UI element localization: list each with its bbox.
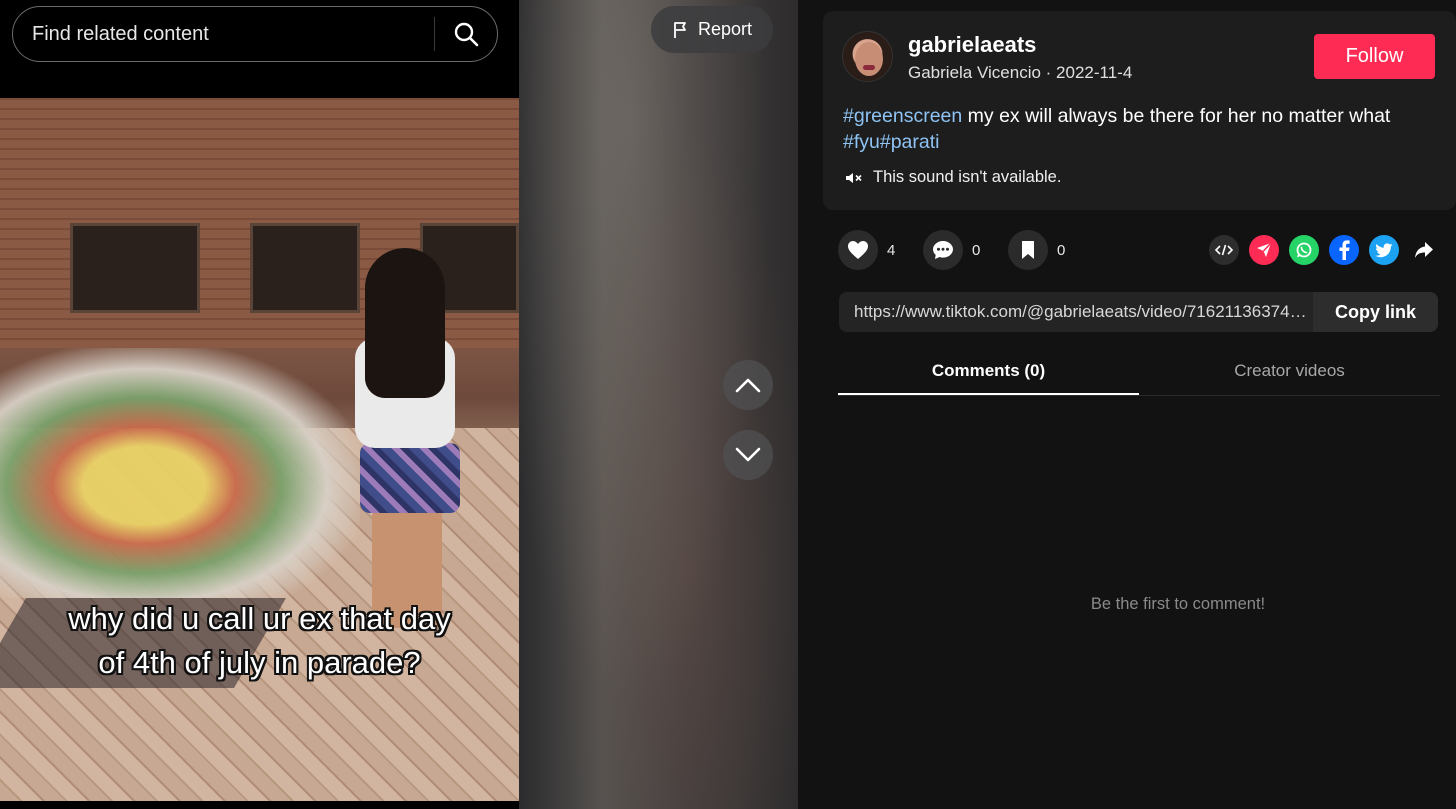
- next-video-button[interactable]: [723, 430, 773, 480]
- panel-tabs: Comments (0) Creator videos: [838, 350, 1440, 396]
- facebook-share-button[interactable]: [1329, 235, 1359, 265]
- video-caption-line: of 4th of july in parade?: [98, 645, 421, 680]
- avatar-lips: [863, 65, 875, 70]
- whatsapp-icon: [1296, 242, 1312, 258]
- video-scene-person: [365, 248, 445, 398]
- video-scene-storefront: [70, 223, 200, 313]
- comment-action: 0: [923, 230, 984, 270]
- send-to-friends-button[interactable]: [1249, 235, 1279, 265]
- video-scene-memorial: [0, 348, 360, 598]
- chevron-down-icon: [735, 447, 761, 462]
- save-count: 0: [1057, 241, 1066, 259]
- hashtag-link[interactable]: #parati: [880, 131, 940, 153]
- like-count: 4: [887, 241, 896, 259]
- info-panel: gabrielaeats Gabriela Vicencio · 2022-11…: [798, 0, 1456, 809]
- hashtag-link[interactable]: #greenscreen: [843, 105, 962, 127]
- share-link-url[interactable]: https://www.tiktok.com/@gabrielaeats/vid…: [839, 302, 1313, 322]
- twitter-share-button[interactable]: [1369, 235, 1399, 265]
- muted-speaker-icon: [846, 172, 862, 183]
- post-date: 2022-11-4: [1056, 63, 1133, 82]
- twitter-icon: [1375, 242, 1393, 257]
- comment-count: 0: [972, 241, 981, 259]
- flag-icon: [674, 21, 686, 38]
- tab-comments[interactable]: Comments (0): [838, 350, 1139, 395]
- like-action: 4: [838, 230, 899, 270]
- chevron-up-icon: [735, 378, 761, 393]
- author-meta: Gabriela Vicencio · 2022-11-4: [908, 63, 1132, 83]
- search-bar[interactable]: Find related content: [12, 6, 498, 62]
- video-area: Find related content why did u call ur e…: [0, 0, 798, 809]
- video-scene-storefront: [250, 223, 360, 313]
- share-arrow-icon: [1415, 242, 1433, 258]
- embed-icon: [1215, 244, 1233, 256]
- share-options: [1209, 235, 1439, 265]
- post-info-card: gabrielaeats Gabriela Vicencio · 2022-11…: [823, 11, 1456, 210]
- report-button[interactable]: Report: [651, 6, 773, 53]
- comment-button[interactable]: [923, 230, 963, 270]
- save-action: 0: [1008, 230, 1069, 270]
- sound-info: This sound isn't available.: [845, 168, 1061, 187]
- embed-button[interactable]: [1209, 235, 1239, 265]
- share-link-box: https://www.tiktok.com/@gabrielaeats/vid…: [839, 292, 1438, 332]
- follow-button[interactable]: Follow: [1314, 34, 1435, 79]
- heart-icon: [848, 241, 868, 259]
- meta-separator: ·: [1040, 63, 1057, 82]
- save-button[interactable]: [1008, 230, 1048, 270]
- previous-video-button[interactable]: [723, 360, 773, 410]
- hashtag-link[interactable]: #fyu: [843, 131, 880, 153]
- username[interactable]: gabrielaeats: [908, 32, 1036, 58]
- comments-empty-state: Be the first to comment!: [1090, 595, 1266, 613]
- search-button[interactable]: [435, 7, 497, 61]
- video-scene-person: [360, 443, 460, 513]
- search-icon: [454, 22, 479, 47]
- copy-link-button[interactable]: Copy link: [1313, 292, 1438, 332]
- tab-creator-videos[interactable]: Creator videos: [1139, 350, 1440, 395]
- send-icon: [1257, 242, 1272, 257]
- video-player[interactable]: why did u call ur ex that day of 4th of …: [0, 98, 519, 801]
- whatsapp-share-button[interactable]: [1289, 235, 1319, 265]
- post-description: #greenscreen my ex will always be there …: [843, 103, 1443, 155]
- bookmark-icon: [1022, 241, 1034, 259]
- more-share-button[interactable]: [1409, 235, 1439, 265]
- video-caption: why did u call ur ex that day of 4th of …: [0, 597, 519, 685]
- sound-unavailable-text: This sound isn't available.: [873, 168, 1062, 186]
- avatar[interactable]: [842, 31, 893, 82]
- facebook-icon: [1339, 240, 1350, 260]
- description-text: my ex will always be there for her no ma…: [962, 105, 1391, 127]
- display-name: Gabriela Vicencio: [908, 63, 1041, 82]
- search-input[interactable]: Find related content: [13, 23, 434, 46]
- engagement-actions: 4 0 0: [838, 230, 1093, 270]
- video-caption-line: why did u call ur ex that day: [68, 601, 451, 636]
- like-button[interactable]: [838, 230, 878, 270]
- avatar-face: [855, 42, 883, 76]
- report-label: Report: [697, 19, 753, 39]
- comment-icon: [933, 241, 953, 259]
